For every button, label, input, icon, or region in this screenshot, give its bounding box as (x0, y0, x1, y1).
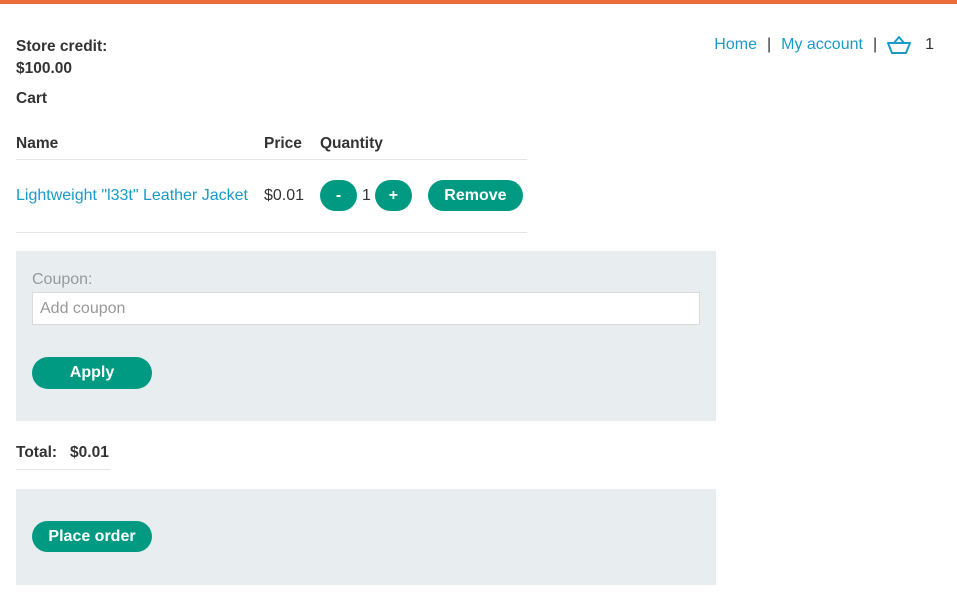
place-order-button[interactable]: Place order (32, 521, 152, 552)
cart-header-row: Name Price Quantity (16, 128, 527, 160)
total-label: Total: (16, 444, 58, 461)
item-name-link[interactable]: Lightweight "l33t" Leather Jacket (16, 187, 248, 204)
my-account-link[interactable]: My account (781, 36, 863, 54)
decrease-quantity-button[interactable]: - (320, 180, 357, 211)
coupon-panel: Coupon: Apply (16, 251, 716, 421)
store-credit: Store credit: $100.00 (16, 36, 107, 80)
item-price: $0.01 (264, 159, 320, 233)
item-quantity-cell: - 1 + Remove (320, 159, 527, 233)
table-row: Lightweight "l33t" Leather Jacket $0.01 … (16, 159, 527, 233)
cart-table: Name Price Quantity Lightweight "l33t" L… (16, 128, 527, 233)
coupon-input[interactable] (32, 292, 700, 325)
home-link[interactable]: Home (714, 36, 757, 54)
basket-icon[interactable] (887, 35, 912, 55)
remove-button[interactable]: Remove (427, 180, 523, 211)
total-amount: $0.01 (70, 444, 109, 461)
column-header-price: Price (264, 128, 320, 160)
increase-quantity-button[interactable]: + (374, 180, 412, 211)
item-name-cell: Lightweight "l33t" Leather Jacket (16, 159, 264, 233)
column-header-quantity: Quantity (320, 128, 527, 160)
coupon-label: Coupon: (32, 271, 93, 288)
header-nav: Home | My account | 1 (714, 33, 934, 57)
store-credit-label: Store credit: (16, 38, 108, 55)
apply-coupon-button[interactable]: Apply (32, 357, 152, 389)
nav-separator: | (766, 36, 772, 53)
cart-count: 1 (925, 36, 934, 53)
store-credit-amount: $100.00 (16, 60, 73, 77)
cart-heading: Cart (16, 90, 48, 107)
place-order-panel: Place order (16, 489, 716, 585)
top-accent-bar (0, 0, 957, 4)
nav-separator: | (872, 36, 878, 53)
column-header-name: Name (16, 128, 264, 160)
order-total: Total: $0.01 (16, 444, 110, 470)
quantity-value: 1 (362, 186, 371, 204)
